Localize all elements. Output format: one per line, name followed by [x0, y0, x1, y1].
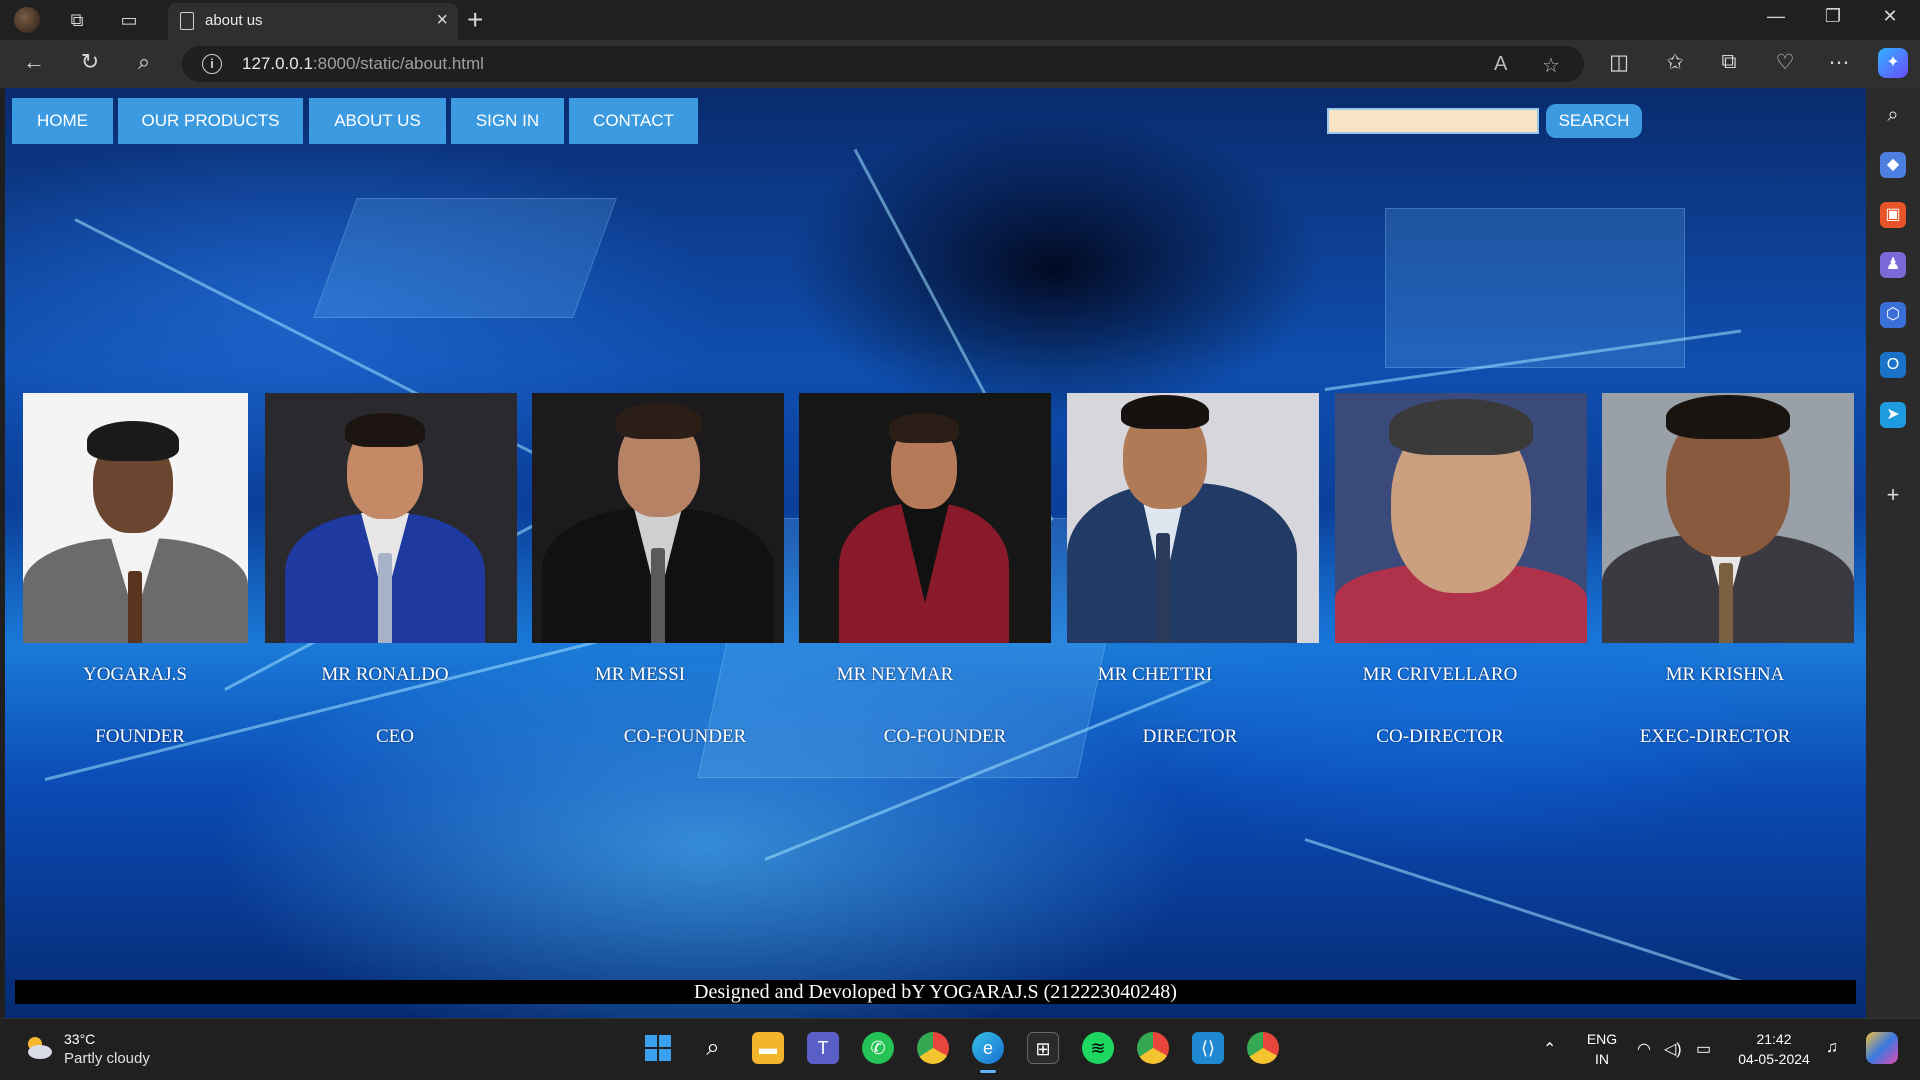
browser-essentials-icon[interactable]: ♡	[1770, 50, 1800, 75]
profile-avatar[interactable]	[14, 7, 40, 33]
url-path: :8000/static/about.html	[312, 54, 484, 73]
page-footer: Designed and Devoloped bY YOGARAJ.S (212…	[15, 980, 1856, 1004]
language-indicator-bottom[interactable]: IN	[1582, 1051, 1622, 1067]
refresh-icon[interactable]: ↻	[74, 49, 106, 75]
copilot-taskbar-icon[interactable]	[1866, 1032, 1898, 1064]
team-photo-krishna	[1602, 393, 1854, 643]
nav-about-us[interactable]: ABOUT US	[309, 98, 446, 144]
address-bar[interactable]: i 127.0.0.1:8000/static/about.html A ☆	[182, 46, 1584, 82]
team-photo-chettri	[1067, 393, 1319, 643]
file-explorer-icon[interactable]: ▬	[752, 1032, 784, 1064]
browser-tab-bar: ⧉ ▭ about us × + — ❐ ✕	[0, 0, 1920, 40]
teams-icon[interactable]: T	[807, 1032, 839, 1064]
add-sidebar-app-icon[interactable]: +	[1880, 482, 1906, 508]
team-role: CO-DIRECTOR	[1376, 726, 1504, 747]
url-text[interactable]: 127.0.0.1:8000/static/about.html	[242, 54, 484, 74]
read-aloud-icon[interactable]: A	[1494, 53, 1507, 76]
search-button[interactable]: SEARCH	[1546, 104, 1642, 138]
tools-icon[interactable]: ▣	[1880, 202, 1906, 228]
team-name: MR CRIVELLARO	[1362, 664, 1518, 685]
url-host: 127.0.0.1	[242, 54, 313, 73]
microsoft-store-icon[interactable]: ⊞	[1027, 1032, 1059, 1064]
partly-cloudy-icon[interactable]	[22, 1033, 54, 1061]
sidebar-search-icon[interactable]: ⌕	[1880, 102, 1906, 128]
battery-icon[interactable]: ▭	[1696, 1039, 1711, 1059]
shopping-tag-icon[interactable]: ◆	[1880, 152, 1906, 178]
copilot-icon[interactable]: ✦	[1878, 48, 1908, 78]
tab-title: about us	[205, 12, 263, 29]
games-icon[interactable]: ♟	[1880, 252, 1906, 278]
favorite-star-icon[interactable]: ☆	[1542, 53, 1560, 78]
team-role: CO-FOUNDER	[883, 726, 1007, 747]
more-menu-icon[interactable]: ⋯	[1824, 50, 1854, 75]
favorites-icon[interactable]: ✩	[1660, 50, 1690, 75]
team-role: FOUNDER	[95, 726, 185, 747]
team-photo-yogaraj	[23, 393, 248, 643]
team-role: CO-FOUNDER	[623, 726, 747, 747]
volume-icon[interactable]: ◁)	[1664, 1039, 1682, 1059]
nav-our-products[interactable]: OUR PRODUCTS	[118, 98, 303, 144]
team-photo-messi	[532, 393, 784, 643]
send-icon[interactable]: ➤	[1880, 402, 1906, 428]
minimize-button[interactable]: —	[1756, 6, 1796, 27]
team-role: DIRECTOR	[1142, 726, 1238, 747]
microsoft-365-icon[interactable]: ⬡	[1880, 302, 1906, 328]
tab-about-us[interactable]: about us ×	[168, 3, 458, 40]
page-viewport: HOME OUR PRODUCTS ABOUT US SIGN IN CONTA…	[5, 88, 1866, 1018]
split-screen-icon[interactable]: ◫	[1604, 50, 1634, 75]
new-tab-button[interactable]: +	[467, 4, 483, 36]
clock-date[interactable]: 04-05-2024	[1734, 1051, 1814, 1067]
bg-panel	[313, 198, 617, 318]
collections-icon[interactable]: ⧉	[1714, 50, 1744, 74]
windows-taskbar: 33°C Partly cloudy ⌕ ▬ T ✆ e ⊞ ≋ ⟨⟩ ⌃ EN…	[0, 1018, 1920, 1080]
team-role: CEO	[376, 726, 414, 747]
back-icon[interactable]: ←	[18, 49, 50, 75]
team-name: YOGARAJ.S	[83, 664, 187, 685]
bg-streak	[44, 623, 667, 781]
search-icon[interactable]: ⌕	[128, 49, 160, 75]
notification-bell-icon[interactable]: ♫	[1826, 1039, 1838, 1057]
team-role: EXEC-DIRECTOR	[1639, 726, 1791, 747]
search-input[interactable]	[1327, 108, 1539, 134]
chrome-second-icon[interactable]	[1247, 1032, 1279, 1064]
close-window-button[interactable]: ✕	[1870, 6, 1910, 27]
edge-icon[interactable]: e	[972, 1032, 1004, 1073]
browser-sidebar: ⌕ ◆ ▣ ♟ ⬡ O ➤ +	[1866, 88, 1920, 1018]
whatsapp-icon[interactable]: ✆	[862, 1032, 894, 1064]
team-photo-neymar	[799, 393, 1051, 643]
restore-button[interactable]: ❐	[1813, 6, 1853, 27]
team-name: MR KRISHNA	[1665, 664, 1785, 685]
nav-home[interactable]: HOME	[12, 98, 113, 144]
close-tab-icon[interactable]: ×	[436, 9, 448, 32]
nav-contact[interactable]: CONTACT	[569, 98, 698, 144]
team-photo-crivellaro	[1335, 393, 1587, 643]
language-indicator-top[interactable]: ENG	[1582, 1031, 1622, 1047]
windows-start-icon[interactable]	[642, 1032, 674, 1064]
address-toolbar: ← ↻ ⌕ i 127.0.0.1:8000/static/about.html…	[0, 40, 1920, 88]
page-icon	[180, 12, 194, 30]
team-name: MR MESSI	[594, 664, 686, 685]
chrome-icon[interactable]	[917, 1032, 949, 1064]
team-name: MR NEYMAR	[836, 664, 954, 685]
chrome-profile-icon[interactable]	[1137, 1032, 1169, 1064]
outlook-icon[interactable]: O	[1880, 352, 1906, 378]
clock-time[interactable]: 21:42	[1734, 1031, 1814, 1047]
tab-actions-icon[interactable]: ▭	[116, 7, 142, 33]
team-name: MR RONALDO	[321, 664, 449, 685]
weather-description[interactable]: Partly cloudy	[64, 1050, 150, 1067]
team-name: MR CHETTRI	[1097, 664, 1213, 685]
taskbar-search-icon[interactable]: ⌕	[697, 1032, 729, 1064]
weather-temperature[interactable]: 33°C	[64, 1031, 95, 1047]
nav-sign-in[interactable]: SIGN IN	[451, 98, 564, 144]
vscode-icon[interactable]: ⟨⟩	[1192, 1032, 1224, 1064]
spotify-icon[interactable]: ≋	[1082, 1032, 1114, 1064]
show-hidden-icons[interactable]: ⌃	[1543, 1039, 1556, 1059]
team-photo-ronaldo	[265, 393, 517, 643]
workspaces-icon[interactable]: ⧉	[64, 7, 90, 33]
bg-streak	[1304, 838, 1781, 996]
site-info-icon[interactable]: i	[202, 54, 222, 74]
wifi-icon[interactable]: ◠	[1637, 1039, 1651, 1059]
